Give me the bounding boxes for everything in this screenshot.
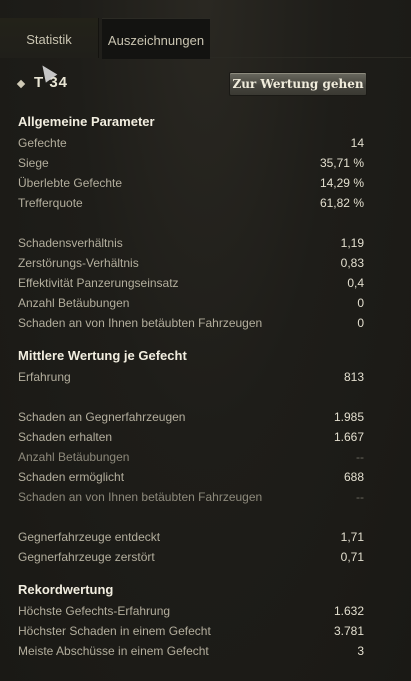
stat-row: Schadensverhältnis 1,19 (18, 233, 364, 253)
stat-value: 0 (357, 296, 364, 310)
section-title-average: Mittlere Wertung je Gefecht (18, 348, 187, 363)
stat-label: Anzahl Betäubungen (18, 450, 130, 464)
stat-row: Meiste Abschüsse in einem Gefecht 3 (18, 641, 364, 661)
tab-bar: Statistik Auszeichnungen (0, 18, 411, 59)
section-title-record: Rekordwertung (18, 582, 114, 597)
tab-statistik[interactable]: Statistik (0, 18, 99, 58)
stat-value: 688 (343, 470, 364, 484)
stat-label: Effektivität Panzerungseinsatz (18, 276, 179, 290)
stat-row: Schaden ermöglicht 688 (18, 467, 364, 487)
stat-row: Gegnerfahrzeuge zerstört 0,71 (18, 547, 364, 567)
stat-value: 0,71 (340, 550, 364, 564)
statistics-panel: Statistik Auszeichnungen T 34 Zur Wertun… (0, 0, 411, 681)
stat-row: Erfahrung 813 (18, 367, 364, 387)
stat-value: 35,71 % (319, 156, 364, 170)
stat-row: Überlebte Gefechte 14,29 % (18, 173, 364, 193)
stat-value: 3 (357, 644, 364, 658)
stat-label: Schaden ermöglicht (18, 470, 125, 484)
stat-row: Trefferquote 61,82 % (18, 193, 364, 213)
stat-label: Zerstörungs-Verhältnis (18, 256, 139, 270)
tab-auszeichnungen[interactable]: Auszeichnungen (102, 18, 210, 59)
tank-class-icon (16, 79, 26, 89)
stat-label: Trefferquote (18, 196, 83, 210)
stat-label: Schaden an von Ihnen betäubten Fahrzeuge… (18, 490, 263, 504)
go-to-rating-button[interactable]: Zur Wertung gehen (229, 72, 367, 96)
stat-row: Schaden an Gegnerfahrzeugen 1.985 (18, 407, 364, 427)
stat-row: Schaden an von Ihnen betäubten Fahrzeuge… (18, 313, 364, 333)
stat-row: Anzahl Betäubungen -- (18, 447, 364, 467)
stat-label: Meiste Abschüsse in einem Gefecht (18, 644, 209, 658)
stat-label: Gegnerfahrzeuge entdeckt (18, 530, 161, 544)
stat-value: 1.667 (333, 430, 364, 444)
stat-value: 14 (350, 136, 364, 150)
stat-row: Effektivität Panzerungseinsatz 0,4 (18, 273, 364, 293)
stat-value: 0,83 (340, 256, 364, 270)
stat-row: Siege 35,71 % (18, 153, 364, 173)
stat-value: 1.632 (333, 604, 364, 618)
stat-value: -- (356, 490, 364, 504)
stat-label: Gefechte (18, 136, 67, 150)
stat-value: 14,29 % (319, 176, 364, 190)
stat-value: 0 (357, 316, 364, 330)
stat-label: Höchster Schaden in einem Gefecht (18, 624, 211, 638)
stat-label: Schaden an von Ihnen betäubten Fahrzeuge… (18, 316, 263, 330)
stat-label: Schaden erhalten (18, 430, 113, 444)
stat-row: Zerstörungs-Verhältnis 0,83 (18, 253, 364, 273)
stat-label: Überlebte Gefechte (18, 176, 123, 190)
stat-value: 1.985 (333, 410, 364, 424)
stat-value: 1,71 (340, 530, 364, 544)
section-title-general: Allgemeine Parameter (18, 114, 155, 129)
stat-label: Gegnerfahrzeuge zerstört (18, 550, 155, 564)
stat-label: Schadensverhältnis (18, 236, 123, 250)
stat-label: Schaden an Gegnerfahrzeugen (18, 410, 186, 424)
stat-label: Höchste Gefechts-Erfahrung (18, 604, 171, 618)
stat-label: Erfahrung (18, 370, 71, 384)
stat-row: Gefechte 14 (18, 133, 364, 153)
stat-row: Schaden erhalten 1.667 (18, 427, 364, 447)
tab-divider (210, 57, 411, 58)
stat-row: Höchste Gefechts-Erfahrung 1.632 (18, 601, 364, 621)
stat-label: Siege (18, 156, 49, 170)
stat-row: Gegnerfahrzeuge entdeckt 1,71 (18, 527, 364, 547)
stat-value: 1,19 (340, 236, 364, 250)
stat-value: 0,4 (347, 276, 364, 290)
stat-value: 61,82 % (319, 196, 364, 210)
stat-value: -- (356, 450, 364, 464)
stat-row: Schaden an von Ihnen betäubten Fahrzeuge… (18, 487, 364, 507)
stat-row: Anzahl Betäubungen 0 (18, 293, 364, 313)
stat-value: 3.781 (333, 624, 364, 638)
stat-value: 813 (343, 370, 364, 384)
stat-row: Höchster Schaden in einem Gefecht 3.781 (18, 621, 364, 641)
stat-label: Anzahl Betäubungen (18, 296, 130, 310)
